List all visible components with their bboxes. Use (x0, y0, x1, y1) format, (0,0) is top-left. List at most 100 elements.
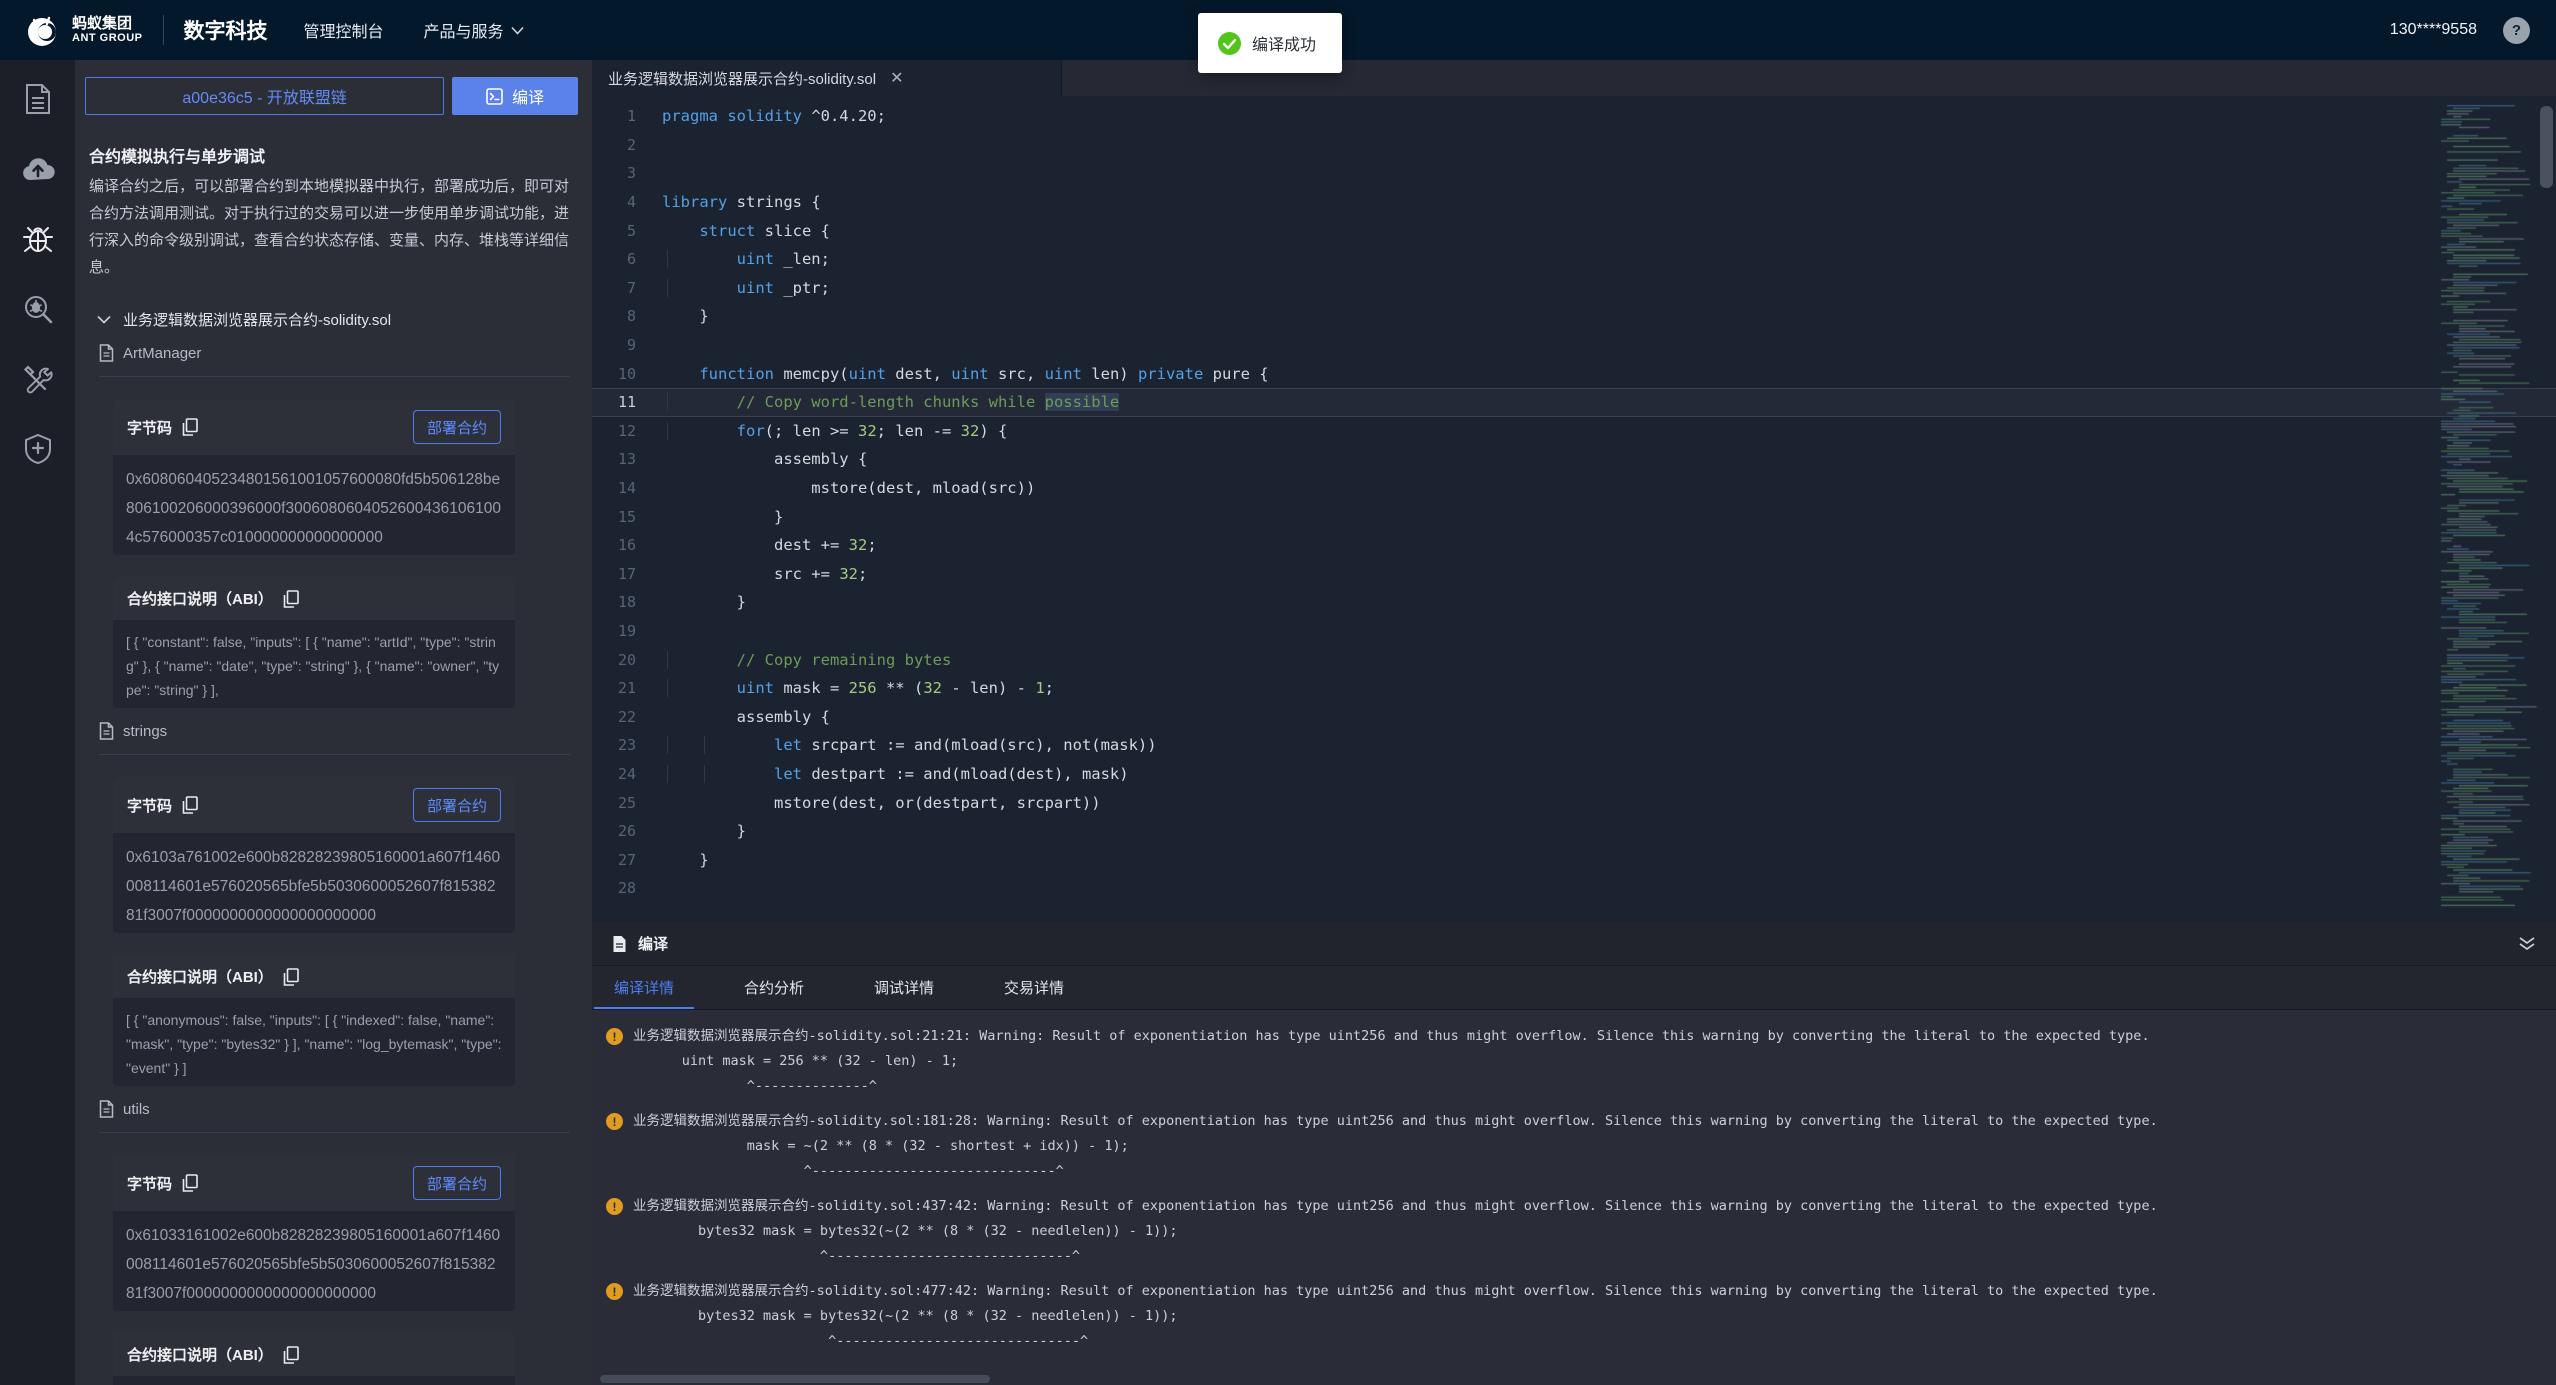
shield-plus-icon[interactable] (21, 432, 55, 466)
code-line[interactable]: 5 struct slice { (592, 216, 2556, 245)
editor-tab-bar: 业务逻辑数据浏览器展示合约-solidity.sol ✕ (592, 60, 2556, 96)
code-line[interactable]: 20 // Copy remaining bytes (592, 645, 2556, 674)
document-icon (612, 935, 627, 953)
bytecode-card: 字节码 部署合约 0x60806040523480156100105760008… (113, 399, 515, 555)
code-line[interactable]: 10 function memcpy(uint dest, uint src, … (592, 359, 2556, 388)
code-line[interactable]: 13 assembly { (592, 445, 2556, 474)
code-line[interactable]: 8 } (592, 302, 2556, 331)
compiler-warning: !业务逻辑数据浏览器展示合约-solidity.sol:181:28: Warn… (606, 1109, 2556, 1184)
code-line[interactable]: 14 mstore(dest, mload(src)) (592, 474, 2556, 503)
output-tab-2[interactable]: 合约分析 (738, 966, 810, 1009)
abi-label: 合约接口说明（ABI） (127, 588, 273, 609)
code-line[interactable]: 3 (592, 159, 2556, 188)
debug-sidebar: a00e36c5 - 开放联盟链 编译 合约模拟执行与单步调试 编译合约之后，可… (75, 60, 592, 1385)
warning-icon: ! (606, 1028, 623, 1045)
contract-tree-root[interactable]: 业务逻辑数据浏览器展示合约-solidity.sol (75, 297, 592, 330)
bytecode-card: 字节码 部署合约 0x61033161002e600b8282823980516… (113, 1155, 515, 1311)
nav-console-link[interactable]: 管理控制台 (304, 18, 384, 42)
cloud-upload-icon[interactable] (21, 152, 55, 186)
ant-group-logo: 蚂蚁集团 ANT GROUP (0, 10, 143, 50)
code-area[interactable]: 1pragma solidity ^0.4.20;234library stri… (592, 96, 2556, 922)
code-line[interactable]: 2 (592, 131, 2556, 160)
code-line[interactable]: 9 (592, 331, 2556, 360)
success-toast: 编译成功 (1198, 13, 1342, 73)
code-line[interactable]: 25 mstore(dest, or(destpart, srcpart)) (592, 788, 2556, 817)
contract-file-item[interactable]: utils (75, 1086, 592, 1128)
code-line[interactable]: 12 for(; len >= 32; len -= 32) { (592, 417, 2556, 446)
code-line[interactable]: 7 uint _ptr; (592, 274, 2556, 303)
brand-name-cn: 蚂蚁集团 (72, 16, 143, 33)
bytecode-value: 0x6103a761002e600b82828239805160001a607f… (113, 833, 515, 933)
activity-bar (0, 60, 75, 1385)
code-line[interactable]: 22 assembly { (592, 702, 2556, 731)
help-icon[interactable]: ? (2503, 17, 2530, 44)
contract-file-item[interactable]: strings (75, 708, 592, 750)
compile-button[interactable]: 编译 (452, 77, 578, 115)
chain-selector[interactable]: a00e36c5 - 开放联盟链 (85, 77, 444, 115)
code-line[interactable]: 28 (592, 874, 2556, 903)
bytecode-card: 字节码 部署合约 0x6103a761002e600b8282823980516… (113, 777, 515, 933)
code-editor: 业务逻辑数据浏览器展示合约-solidity.sol ✕ 1pragma sol… (592, 60, 2556, 922)
bug-icon[interactable] (21, 222, 55, 256)
output-tabs: 编译详情 合约分析 调试详情 交易详情 (592, 966, 2556, 1010)
copy-icon[interactable] (283, 968, 299, 986)
product-title: 数字科技 (184, 15, 268, 45)
close-icon[interactable]: ✕ (890, 68, 903, 88)
warning-icon: ! (606, 1283, 623, 1300)
code-line[interactable]: 19 (592, 617, 2556, 646)
compiler-warning: !业务逻辑数据浏览器展示合约-solidity.sol:437:42: Warn… (606, 1194, 2556, 1269)
nav-products-menu[interactable]: 产品与服务 (424, 18, 524, 42)
code-line[interactable]: 23 let srcpart := and(mload(src), not(ma… (592, 731, 2556, 760)
output-tab-4[interactable]: 交易详情 (998, 966, 1070, 1009)
toast-message: 编译成功 (1252, 31, 1316, 55)
abi-value: [ { "anonymous": false, "inputs": [ { "i… (113, 998, 515, 1086)
code-line[interactable]: 21 uint mask = 256 ** (32 - len) - 1; (592, 674, 2556, 703)
code-line[interactable]: 26 } (592, 817, 2556, 846)
ant-logo-icon (22, 10, 62, 50)
contract-file-name: strings (123, 723, 167, 740)
output-tab-3[interactable]: 调试详情 (868, 966, 940, 1009)
chevron-double-down-icon[interactable] (2518, 936, 2536, 952)
compile-details-output[interactable]: !业务逻辑数据浏览器展示合约-solidity.sol:21:21: Warni… (592, 1010, 2556, 1385)
code-line[interactable]: 17 src += 32; (592, 560, 2556, 589)
check-circle-icon (1218, 32, 1241, 55)
chevron-down-icon (97, 315, 111, 324)
file-icon[interactable] (21, 82, 55, 116)
code-line[interactable]: 1pragma solidity ^0.4.20; (592, 102, 2556, 131)
brand-name-en: ANT GROUP (72, 32, 143, 44)
contract-file-item[interactable]: ArtManager (75, 330, 592, 372)
code-line[interactable]: 11 // Copy word-length chunks while poss… (592, 388, 2556, 417)
code-line[interactable]: 24 let destpart := and(mload(dest), mask… (592, 760, 2556, 789)
code-line[interactable]: 4library strings { (592, 188, 2556, 217)
minimap[interactable] (2437, 102, 2537, 912)
deploy-contract-button[interactable]: 部署合约 (413, 788, 501, 822)
horizontal-scrollbar[interactable] (600, 1375, 990, 1383)
code-line[interactable]: 27 } (592, 845, 2556, 874)
vertical-scrollbar[interactable] (2540, 106, 2553, 188)
copy-icon[interactable] (182, 1174, 198, 1192)
tools-icon[interactable] (21, 362, 55, 396)
deploy-contract-button[interactable]: 部署合约 (413, 410, 501, 444)
abi-label: 合约接口说明（ABI） (127, 966, 273, 987)
code-line[interactable]: 16 dest += 32; (592, 531, 2556, 560)
abi-card: 合约接口说明（ABI） (113, 1333, 515, 1385)
user-phone-number[interactable]: 130****9558 (2390, 21, 2477, 39)
contract-group: ArtManager 字节码 部署合约 0x608060405234801561… (75, 330, 592, 708)
editor-tab[interactable]: 业务逻辑数据浏览器展示合约-solidity.sol ✕ (592, 60, 1062, 96)
contract-group: utils 字节码 部署合约 0x61033161002e600b8282823… (75, 1086, 592, 1385)
warning-icon: ! (606, 1113, 623, 1130)
copy-icon[interactable] (182, 418, 198, 436)
copy-icon[interactable] (283, 1346, 299, 1364)
abi-card: 合约接口说明（ABI） [ { "constant": false, "inpu… (113, 577, 515, 708)
deploy-contract-button[interactable]: 部署合约 (413, 1166, 501, 1200)
bytecode-value: 0x61033161002e600b82828239805160001a607f… (113, 1211, 515, 1311)
bug-search-icon[interactable] (21, 292, 55, 326)
copy-icon[interactable] (182, 796, 198, 814)
document-icon (99, 722, 114, 740)
code-line[interactable]: 18 } (592, 588, 2556, 617)
output-tab-1[interactable]: 编译详情 (608, 966, 680, 1009)
bytecode-label: 字节码 (127, 795, 172, 816)
code-line[interactable]: 6 uint _len; (592, 245, 2556, 274)
code-line[interactable]: 15 } (592, 502, 2556, 531)
copy-icon[interactable] (283, 590, 299, 608)
